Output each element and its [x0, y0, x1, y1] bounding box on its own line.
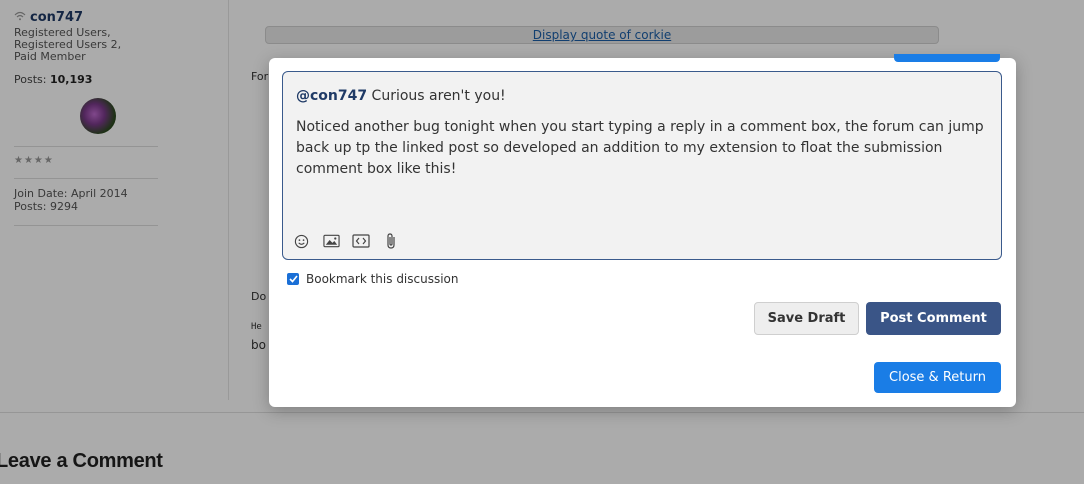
comment-text[interactable]: @con747 Curious aren't you! Noticed anot… [296, 86, 988, 180]
emoji-icon[interactable] [292, 232, 310, 250]
image-icon[interactable] [322, 232, 340, 250]
comment-modal: @con747 Curious aren't you! Noticed anot… [269, 54, 1016, 407]
bookmark-label[interactable]: Bookmark this discussion [306, 272, 459, 286]
attachment-icon[interactable] [382, 232, 400, 250]
code-icon[interactable] [352, 232, 370, 250]
save-draft-button[interactable]: Save Draft [754, 302, 859, 335]
comment-first-line: Curious aren't you! [367, 88, 506, 104]
editor-toolbar [292, 232, 400, 250]
post-comment-button[interactable]: Post Comment [866, 302, 1001, 335]
hidden-top-button[interactable] [894, 54, 1000, 62]
bookmark-option[interactable]: Bookmark this discussion [287, 272, 459, 286]
comment-paragraph: Noticed another bug tonight when you sta… [296, 119, 984, 177]
close-return-button[interactable]: Close & Return [874, 362, 1001, 393]
comment-editor[interactable]: @con747 Curious aren't you! Noticed anot… [282, 71, 1002, 260]
bookmark-checkbox[interactable] [287, 273, 299, 285]
mention[interactable]: @con747 [296, 88, 367, 104]
